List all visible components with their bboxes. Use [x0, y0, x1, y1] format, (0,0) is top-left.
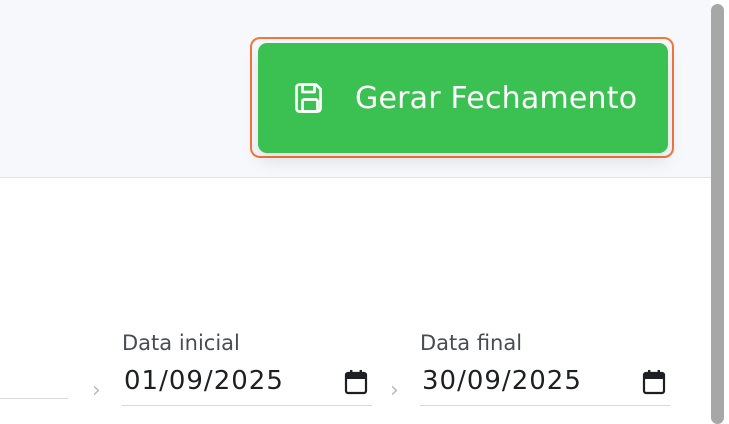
generate-closing-button[interactable]: Gerar Fechamento [258, 43, 668, 153]
start-date-input[interactable]: 01/09/2025 [122, 364, 372, 406]
calendar-icon[interactable] [642, 369, 666, 395]
scrollbar-thumb[interactable] [711, 4, 724, 424]
end-date-value: 30/09/2025 [422, 366, 582, 396]
calendar-icon[interactable] [344, 369, 368, 395]
generate-closing-label: Gerar Fechamento [355, 80, 638, 116]
end-date-input[interactable]: 30/09/2025 [420, 364, 670, 406]
start-date-value: 01/09/2025 [124, 366, 284, 396]
start-date-field: Data inicial 01/09/2025 [122, 331, 372, 411]
vertical-scrollbar[interactable] [711, 0, 729, 424]
previous-field-underline [0, 398, 68, 399]
chevron-right-icon: › [390, 378, 399, 403]
end-date-label: Data final [420, 331, 523, 355]
chevron-right-icon: › [92, 378, 101, 403]
start-date-label: Data inicial [122, 331, 240, 355]
end-date-field: Data final 30/09/2025 [420, 331, 670, 411]
save-icon [292, 80, 328, 116]
